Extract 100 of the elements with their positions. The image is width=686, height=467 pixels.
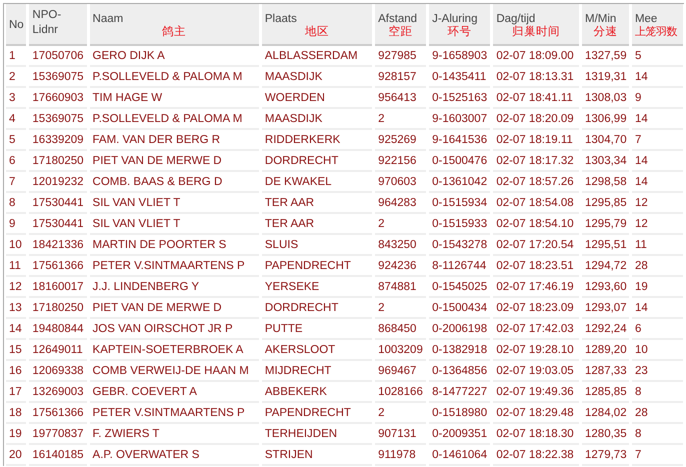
chinese-label: 上笼羽数 — [634, 25, 678, 40]
table-cell: 02-07 18:54.10 — [493, 214, 580, 235]
table-cell: 17530441 — [29, 193, 87, 214]
table-cell: 1280,35 — [582, 424, 629, 445]
table-cell: 13 — [6, 298, 26, 319]
table-cell: DORDRECHT — [262, 151, 372, 172]
table-cell: 1 — [6, 46, 26, 67]
column-label: Mee — [634, 12, 658, 26]
table-cell: RIDDERKERK — [262, 130, 372, 151]
table-cell: PUTTE — [262, 319, 372, 340]
table-cell: 969467 — [375, 361, 426, 382]
table-cell: TERHEIJDEN — [262, 424, 372, 445]
table-cell: 1295,51 — [582, 235, 629, 256]
table-cell: 02-07 19:03.05 — [493, 361, 580, 382]
table-cell: 02-07 18:22.38 — [493, 445, 580, 466]
table-cell: PETER V.SINTMAARTENS P — [90, 256, 259, 277]
table-cell: 911978 — [375, 445, 426, 466]
column-header[interactable]: Naam 鸽主 — [90, 4, 259, 46]
column-label: Dag/tijd — [496, 12, 536, 26]
table-cell: 843250 — [375, 235, 426, 256]
table-cell: ALBLASSERDAM — [262, 46, 372, 67]
table-cell: 17530441 — [29, 214, 87, 235]
table-cell: 11 — [6, 256, 26, 277]
table-cell: 0-1461064 — [429, 445, 490, 466]
table-cell: 0-1515933 — [429, 214, 490, 235]
table-cell: 956413 — [375, 88, 426, 109]
table-cell: 1003209 — [375, 340, 426, 361]
table-cell: KAPTEIN-SOETERBROEK A — [90, 340, 259, 361]
table-cell: 14 — [632, 67, 683, 88]
column-header[interactable]: No — [6, 4, 26, 46]
table-cell: STRIJEN — [262, 445, 372, 466]
column-header[interactable]: NPO-Lidnr — [29, 4, 87, 46]
table-cell: 1319,31 — [582, 67, 629, 88]
table-cell: 5 — [6, 130, 26, 151]
table-cell: 1028166 — [375, 382, 426, 403]
table-cell: 1304,70 — [582, 130, 629, 151]
table-cell: COMB VERWEIJ-DE HAAN M — [90, 361, 259, 382]
table-cell: 2 — [375, 298, 426, 319]
chinese-label: 分速 — [592, 25, 618, 40]
table-cell: 1294,72 — [582, 256, 629, 277]
table-cell: SIL VAN VLIET T — [90, 214, 259, 235]
table-cell: 9 — [632, 88, 683, 109]
table-cell: 9-1603007 — [429, 109, 490, 130]
column-header[interactable]: Dag/tijd 归巢时间 — [493, 4, 580, 46]
table-cell: 7 — [632, 130, 683, 151]
table-cell: 7 — [6, 172, 26, 193]
table-cell: 02-07 18:09.00 — [493, 46, 580, 67]
table-cell: 02-07 18:41.11 — [493, 88, 580, 109]
table-cell: 02-07 18:57.26 — [493, 172, 580, 193]
table-cell: 874881 — [375, 277, 426, 298]
table-cell: 15369075 — [29, 109, 87, 130]
table-cell: PIET VAN DE MERWE D — [90, 151, 259, 172]
table-cell: F. ZWIERS T — [90, 424, 259, 445]
table-cell: 15 — [6, 340, 26, 361]
column-header[interactable]: Plaats 地区 — [262, 4, 372, 46]
table-cell: 14 — [632, 109, 683, 130]
table-cell: 20 — [6, 445, 26, 466]
column-header[interactable]: Mee 上笼羽数 — [632, 4, 683, 46]
column-header[interactable]: M/Min 分速 — [582, 4, 629, 46]
table-cell: 7 — [632, 445, 683, 466]
table-cell: PAPENDRECHT — [262, 256, 372, 277]
table-cell: 14 — [632, 298, 683, 319]
table-cell: 02-07 18:18.30 — [493, 424, 580, 445]
table-cell: 02-07 19:49.36 — [493, 382, 580, 403]
table-cell: 28 — [632, 403, 683, 424]
table-cell: 6 — [632, 319, 683, 340]
table-cell: AKERSLOOT — [262, 340, 372, 361]
column-header[interactable]: J-Aluring 环号 — [429, 4, 490, 46]
table-cell: 0-2006198 — [429, 319, 490, 340]
chinese-label: 归巢时间 — [511, 25, 562, 40]
table-cell: 1295,79 — [582, 214, 629, 235]
table-cell: 1284,02 — [582, 403, 629, 424]
table-cell: 02-07 17:20.54 — [493, 235, 580, 256]
table-cell: 02-07 18:29.48 — [493, 403, 580, 424]
table-cell: 23 — [632, 361, 683, 382]
table-cell: 8-1126744 — [429, 256, 490, 277]
table-cell: SLUIS — [262, 235, 372, 256]
table-cell: 8 — [632, 382, 683, 403]
table-cell: 14 — [632, 151, 683, 172]
table-cell: TER AAR — [262, 193, 372, 214]
table-cell: 18 — [6, 403, 26, 424]
table-cell: FAM. VAN DER BERG R — [90, 130, 259, 151]
table-cell: 0-1518980 — [429, 403, 490, 424]
table-cell: 0-1545025 — [429, 277, 490, 298]
table-cell: 02-07 18:19.11 — [493, 130, 580, 151]
table-cell: 1303,34 — [582, 151, 629, 172]
table-cell: P.SOLLEVELD & PALOMA M — [90, 67, 259, 88]
table-cell: 2 — [375, 214, 426, 235]
table-cell: 19 — [6, 424, 26, 445]
table-cell: 17 — [6, 382, 26, 403]
table-cell: 13269003 — [29, 382, 87, 403]
table-cell: 868450 — [375, 319, 426, 340]
table-cell: 5 — [632, 46, 683, 67]
table-cell: MIJDRECHT — [262, 361, 372, 382]
table-cell: PIET VAN DE MERWE D — [90, 298, 259, 319]
column-header[interactable]: Afstand 空距 — [375, 4, 426, 46]
table-cell: 9 — [6, 214, 26, 235]
column-label: J-Aluring — [432, 12, 478, 26]
table-cell: 17050706 — [29, 46, 87, 67]
table-cell: 28 — [632, 256, 683, 277]
